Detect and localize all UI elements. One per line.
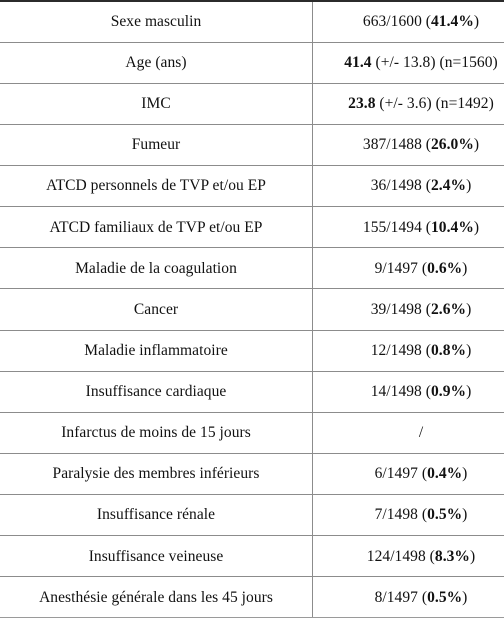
characteristic-label: Sexe masculin xyxy=(0,1,313,43)
value-suffix: ) xyxy=(466,383,472,400)
value-suffix: ) xyxy=(473,136,480,154)
table-row: Cancer 39/1498 (2.6%) xyxy=(0,288,504,331)
characteristic-label: Insuffisance veineuse xyxy=(0,535,313,578)
value-highlight: 0.5% xyxy=(427,506,463,524)
table-row: Fumeur 387/1488 (26.0%) xyxy=(0,124,504,167)
value-prefix: / xyxy=(418,424,424,442)
value-prefix: 14/1498 ( xyxy=(370,383,431,400)
table-row: ATCD familiaux de TVP et/ou EP 155/1494 (… xyxy=(0,206,504,249)
characteristic-label: ATCD personnels de TVP et/ou EP xyxy=(0,165,313,208)
value-prefix: 9/1497 ( xyxy=(374,259,428,277)
value-prefix: 7/1498 ( xyxy=(374,506,428,524)
characteristic-value: / xyxy=(312,412,504,454)
table-row: Sexe masculin 663/1600 (41.4%) xyxy=(0,1,504,43)
characteristic-value: 12/1498 (0.8%) xyxy=(312,330,504,372)
value-suffix: ) xyxy=(473,13,480,31)
characteristic-value: 14/1498 (0.9%) xyxy=(312,371,504,413)
value-highlight: 0.6% xyxy=(427,259,463,277)
characteristic-value: 6/1497 (0.4%) xyxy=(312,453,504,496)
value-prefix: 124/1498 ( xyxy=(366,547,435,565)
value-highlight: 2.6% xyxy=(431,300,467,318)
value-suffix: (+/- 13.8) (n=1560) xyxy=(371,54,498,71)
value-suffix: ) xyxy=(462,506,468,524)
value-highlight: 8.3% xyxy=(434,547,470,565)
value-suffix: ) xyxy=(466,300,472,318)
characteristic-label: Maladie de la coagulation xyxy=(0,247,313,290)
value-suffix: ) xyxy=(462,465,468,483)
value-highlight: 2.4% xyxy=(431,177,467,195)
value-prefix: 39/1498 ( xyxy=(370,300,431,318)
value-highlight: 23.8 xyxy=(348,95,376,113)
characteristic-value: 7/1498 (0.5%) xyxy=(312,494,504,537)
characteristic-value: 663/1600 (41.4%) xyxy=(312,1,504,43)
characteristic-label: ATCD familiaux de TVP et/ou EP xyxy=(0,206,313,249)
value-prefix: 12/1498 ( xyxy=(370,341,431,359)
characteristic-label: Infarctus de moins de 15 jours xyxy=(0,412,313,454)
value-prefix: 36/1498 ( xyxy=(370,177,431,195)
value-prefix: 6/1497 ( xyxy=(374,465,428,483)
characteristic-label: Cancer xyxy=(0,288,313,331)
value-suffix: ) xyxy=(466,177,472,195)
value-suffix: (+/- 3.6) (n=1492) xyxy=(375,95,494,113)
characteristic-value: 23.8 (+/- 3.6) (n=1492) xyxy=(312,83,504,125)
characteristic-value: 36/1498 (2.4%) xyxy=(312,165,504,208)
value-suffix: ) xyxy=(466,341,472,359)
value-suffix: ) xyxy=(469,547,476,565)
table-row: Anesthésie générale dans les 45 jours 8/1… xyxy=(0,576,504,619)
characteristic-value: 41.4 (+/- 13.8) (n=1560) xyxy=(312,42,504,84)
table-body: Sexe masculin 663/1600 (41.4%) Age (ans) 41… xyxy=(0,1,504,619)
characteristic-value: 155/1494 (10.4%) xyxy=(312,206,504,249)
table-row: Insuffisance rénale 7/1498 (0.5%) xyxy=(0,494,504,537)
table-row: Maladie de la coagulation 9/1497 (0.6%) xyxy=(0,247,504,290)
characteristic-label: Maladie inflammatoire xyxy=(0,330,313,372)
characteristic-label: IMC xyxy=(0,83,313,125)
characteristic-value: 8/1497 (0.5%) xyxy=(312,576,504,619)
table-row: Maladie inflammatoire 12/1498 (0.8%) xyxy=(0,330,504,372)
characteristic-value: 9/1497 (0.6%) xyxy=(312,247,504,290)
table-row: Infarctus de moins de 15 jours / xyxy=(0,412,504,454)
table-row: Age (ans) 41.4 (+/- 13.8) (n=1560) xyxy=(0,42,504,84)
characteristic-value: 387/1488 (26.0%) xyxy=(312,124,504,167)
value-highlight: 0.4% xyxy=(427,465,463,483)
characteristic-label: Age (ans) xyxy=(0,42,313,84)
characteristic-label: Insuffisance cardiaque xyxy=(0,371,313,413)
value-suffix: ) xyxy=(462,259,468,277)
value-highlight: 41.4% xyxy=(431,13,474,31)
value-highlight: 41.4 xyxy=(344,54,372,71)
table-row: Insuffisance cardiaque 14/1498 (0.9%) xyxy=(0,371,504,413)
characteristic-label: Paralysie des membres inférieurs xyxy=(0,453,313,496)
characteristic-value: 39/1498 (2.6%) xyxy=(312,288,504,331)
value-highlight: 10.4% xyxy=(431,218,474,236)
value-prefix: 663/1600 ( xyxy=(362,13,431,31)
characteristics-table-container: Sexe masculin 663/1600 (41.4%) Age (ans) 41… xyxy=(0,0,504,619)
value-highlight: 26.0% xyxy=(431,136,474,154)
table-row: Insuffisance veineuse 124/1498 (8.3%) xyxy=(0,535,504,578)
value-highlight: 0.9% xyxy=(431,383,467,400)
value-suffix: ) xyxy=(473,218,480,236)
characteristics-table: Sexe masculin 663/1600 (41.4%) Age (ans) 41… xyxy=(0,0,504,619)
characteristic-label: Fumeur xyxy=(0,124,313,167)
value-suffix: ) xyxy=(462,588,468,606)
value-prefix: 8/1497 ( xyxy=(374,588,428,606)
characteristic-value: 124/1498 (8.3%) xyxy=(312,535,504,578)
value-prefix: 387/1488 ( xyxy=(362,136,431,154)
characteristic-label: Anesthésie générale dans les 45 jours xyxy=(0,576,313,619)
table-row: Paralysie des membres inférieurs 6/1497 (… xyxy=(0,453,504,496)
characteristic-label: Insuffisance rénale xyxy=(0,494,313,537)
value-highlight: 0.5% xyxy=(427,588,463,606)
value-highlight: 0.8% xyxy=(431,341,467,359)
table-row: IMC 23.8 (+/- 3.6) (n=1492) xyxy=(0,83,504,125)
value-prefix: 155/1494 ( xyxy=(362,218,431,236)
table-row: ATCD personnels de TVP et/ou EP 36/1498 (… xyxy=(0,165,504,208)
